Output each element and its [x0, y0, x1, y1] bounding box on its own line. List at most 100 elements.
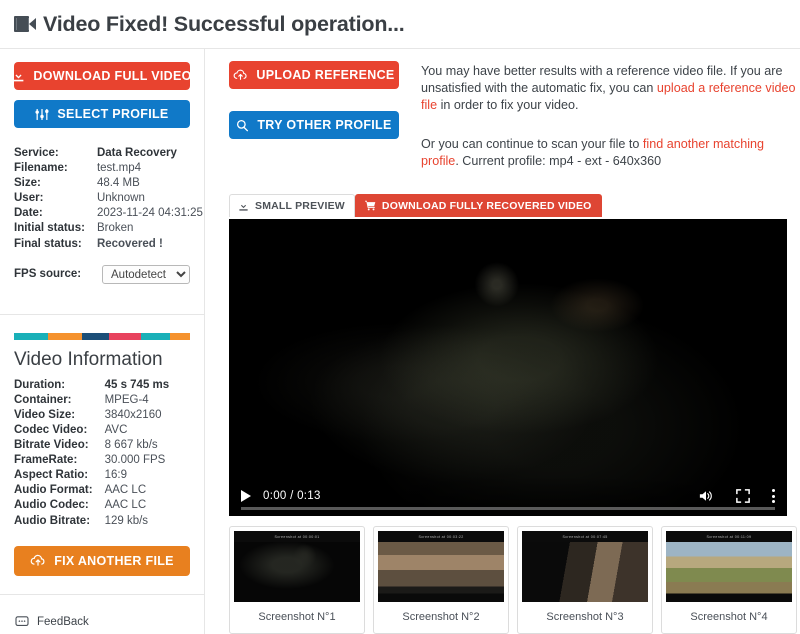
thumbnail-caption: Screenshot N°1: [258, 611, 336, 623]
fps-source-row: FPS source: Autodetect: [14, 264, 190, 284]
fps-source-select[interactable]: Autodetect: [102, 264, 190, 284]
thumbnail-image: Screenshot at 00:07:45: [522, 531, 648, 602]
video-information-table: Duration: 45 s 745 ms Container: MPEG-4 …: [14, 379, 169, 530]
play-icon[interactable]: [241, 490, 251, 502]
upload-reference-label: UPLOAD REFERENCE: [256, 68, 395, 82]
table-row: User: Unknown: [14, 192, 203, 207]
table-row: Video Size: 3840x2160: [14, 409, 169, 424]
list-item[interactable]: Screenshot at 00:00:01 Screenshot N°1: [229, 526, 365, 634]
fix-another-file-button[interactable]: FIX ANOTHER FILE: [14, 545, 190, 576]
info-key: Initial status:: [14, 222, 85, 235]
sliders-icon: [35, 108, 49, 121]
main-content: UPLOAD REFERENCE TRY OTHER PROFILE You m…: [205, 48, 800, 634]
info-key: Final status:: [14, 237, 82, 250]
more-vertical-icon[interactable]: [772, 489, 775, 503]
fps-source-label: FPS source:: [14, 268, 82, 281]
table-row: Codec Video: AVC: [14, 424, 169, 439]
list-item[interactable]: Screenshot at 00:03:22 Screenshot N°2: [373, 526, 509, 634]
player-progress-bar[interactable]: [241, 507, 775, 510]
info-key: Bitrate Video:: [14, 439, 89, 452]
info-key: FrameRate:: [14, 454, 78, 467]
thumbnail-image: Screenshot at 00:00:01: [234, 531, 360, 602]
colorbar-seg-5: [140, 332, 171, 340]
info-value: Broken: [96, 222, 134, 235]
tab-download-fully-recovered[interactable]: DOWNLOAD FULLY RECOVERED VIDEO: [354, 194, 602, 217]
thumbnail-overlay: Screenshot at 00:11:09: [666, 531, 792, 542]
thumbnail-overlay: Screenshot at 00:07:45: [522, 531, 648, 542]
thumbnail-overlay-label: Screenshot at 00:00:01: [274, 534, 320, 539]
download-icon: [238, 201, 249, 212]
sidebar: DOWNLOAD FULL VIDEO SELECT PROFILE Servi…: [0, 48, 205, 634]
paragraph1-part2: in order to fix your video.: [437, 98, 579, 112]
page-header: Video Fixed! Successful operation...: [0, 0, 800, 48]
reference-description: You may have better results with a refer…: [405, 61, 797, 170]
info-value: AAC LC: [104, 499, 147, 512]
table-row: Duration: 45 s 745 ms: [14, 379, 169, 394]
info-value: AAC LC: [104, 484, 147, 497]
info-value: 3840x2160: [104, 408, 162, 421]
thumbnail-image: Screenshot at 00:11:09: [666, 531, 792, 602]
preview-tabs: SMALL PREVIEW DOWNLOAD FULLY RECOVERED V…: [229, 194, 797, 217]
try-other-profile-label: TRY OTHER PROFILE: [257, 118, 392, 132]
table-row: Audio Codec: AAC LC: [14, 499, 169, 514]
info-key: Filename:: [14, 162, 68, 175]
sidebar-divider-top: [0, 313, 205, 315]
list-item[interactable]: Screenshot at 00:07:45 Screenshot N°3: [517, 526, 653, 634]
thumbnail-overlay-label: Screenshot at 00:07:45: [562, 534, 608, 539]
info-key: Video Size:: [14, 408, 76, 421]
info-value: 45 s 745 ms: [104, 378, 170, 391]
colorbar-seg-6: [170, 332, 190, 340]
info-key: Aspect Ratio:: [14, 469, 89, 482]
info-value: 129 kb/s: [104, 514, 149, 527]
thumbnail-overlay: Screenshot at 00:00:01: [234, 531, 360, 542]
list-item[interactable]: Screenshot at 00:11:09 Screenshot N°4: [661, 526, 797, 634]
colorbar-seg-1: [14, 332, 49, 340]
tab-small-preview-label: SMALL PREVIEW: [255, 200, 345, 212]
info-key: Container:: [14, 393, 72, 406]
info-value: 48.4 MB: [96, 177, 140, 190]
info-key: Audio Bitrate:: [14, 514, 91, 527]
paragraph2-part1: Or you can continue to scan your file to: [421, 137, 643, 151]
info-key: Duration:: [14, 378, 66, 391]
try-other-profile-button[interactable]: TRY OTHER PROFILE: [229, 111, 399, 139]
colorbar-seg-3: [82, 332, 109, 340]
table-row: Service: Data Recovery: [14, 147, 203, 162]
volume-icon[interactable]: [698, 489, 714, 503]
info-key: Codec Video:: [14, 423, 88, 436]
info-value: 16:9: [104, 469, 127, 482]
thumbnail-overlay-label: Screenshot at 00:11:09: [706, 534, 752, 539]
feedback-link[interactable]: FeedBack: [14, 616, 190, 628]
content-columns: DOWNLOAD FULL VIDEO SELECT PROFILE Servi…: [0, 48, 800, 634]
info-key: Audio Format:: [14, 484, 93, 497]
table-row: Date: 2023-11-24 04:31:25: [14, 207, 203, 222]
table-row: Bitrate Video: 8 667 kb/s: [14, 439, 169, 454]
paragraph2-part2: . Current profile: mp4 - ext - 640x360: [455, 154, 662, 168]
screenshot-thumbnails: Screenshot at 00:00:01 Screenshot N°1 Sc…: [229, 526, 797, 634]
thumbnail-overlay-label: Screenshot at 00:03:22: [418, 534, 464, 539]
magnifier-icon: [236, 119, 249, 132]
download-full-video-button[interactable]: DOWNLOAD FULL VIDEO: [14, 62, 191, 90]
fullscreen-icon[interactable]: [736, 489, 750, 503]
info-value: Data Recovery: [96, 147, 177, 159]
select-profile-label: SELECT PROFILE: [57, 107, 169, 121]
reference-actions-row: UPLOAD REFERENCE TRY OTHER PROFILE You m…: [229, 49, 797, 170]
upload-reference-button[interactable]: UPLOAD REFERENCE: [229, 61, 399, 89]
tab-small-preview[interactable]: SMALL PREVIEW: [229, 194, 355, 217]
paragraph-reference: You may have better results with a refer…: [421, 63, 797, 114]
table-row: Audio Bitrate: 129 kb/s: [14, 515, 169, 530]
select-profile-button[interactable]: SELECT PROFILE: [14, 100, 190, 128]
info-value: AVC: [104, 423, 128, 436]
video-player[interactable]: 0:00 / 0:13: [229, 219, 787, 516]
info-key: Service:: [14, 147, 59, 159]
video-information-title: Video Information: [14, 348, 163, 370]
decorative-color-bar: [14, 332, 190, 340]
sidebar-divider-bottom: [0, 593, 205, 595]
reference-buttons: UPLOAD REFERENCE TRY OTHER PROFILE: [229, 61, 405, 170]
feedback-label: FeedBack: [37, 615, 89, 628]
table-row: FrameRate: 30.000 FPS: [14, 454, 169, 469]
status-badge: Recovered !: [96, 237, 163, 250]
table-row: Aspect Ratio: 16:9: [14, 469, 169, 484]
thumbnail-caption: Screenshot N°4: [690, 611, 768, 623]
cloud-upload-icon: [233, 69, 248, 81]
thumbnail-image: Screenshot at 00:03:22: [378, 531, 504, 602]
